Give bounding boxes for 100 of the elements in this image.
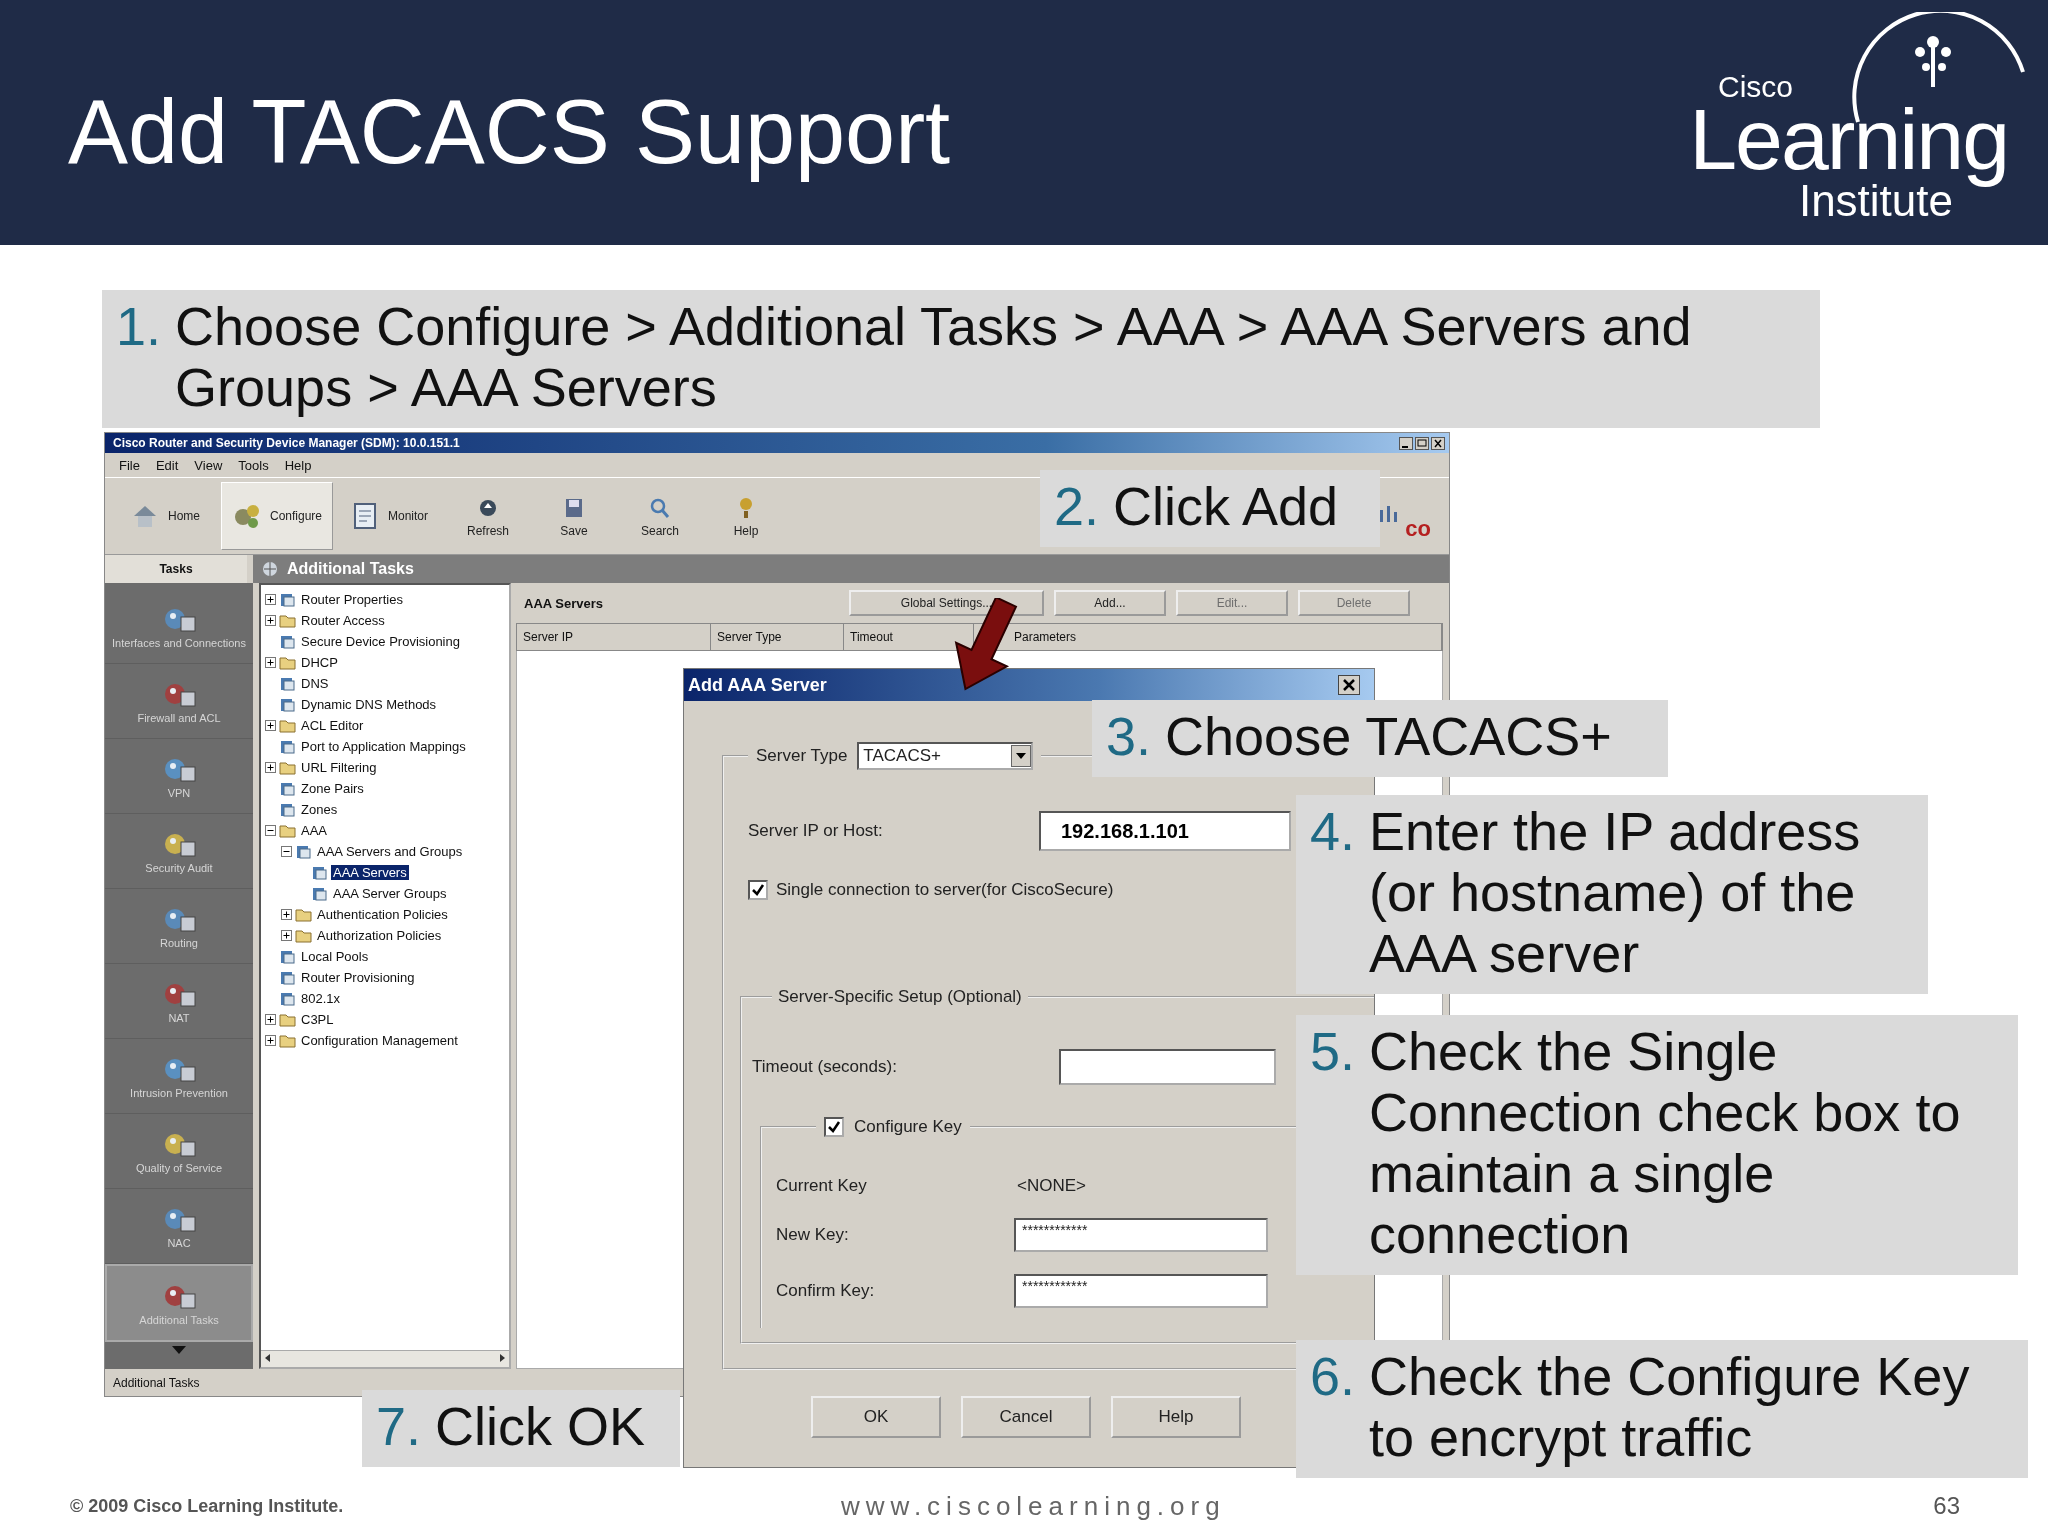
tree-item[interactable]: Dynamic DNS Methods [299, 697, 439, 712]
tree-item[interactable]: Authentication Policies [315, 907, 450, 922]
action-button[interactable]: Add... [1054, 590, 1166, 616]
menu-item[interactable]: Help [276, 457, 320, 473]
tree-item[interactable]: DNS [299, 676, 331, 691]
column-header[interactable]: Server IP [517, 624, 711, 650]
tree-item[interactable]: Configuration Management [299, 1033, 460, 1048]
document-icon [295, 844, 312, 859]
toolbar-button[interactable]: Home [109, 482, 221, 550]
key-value: <NONE> [1017, 1176, 1086, 1196]
server-type-select[interactable]: TACACS+ [857, 742, 1034, 770]
toolbar-button[interactable]: Configure [221, 482, 333, 550]
tree-item[interactable]: AAA Servers [331, 865, 409, 880]
document-icon [279, 634, 296, 649]
expand-icon[interactable] [265, 720, 276, 731]
tree-item[interactable]: Zone Pairs [299, 781, 366, 796]
collapse-icon[interactable] [281, 846, 292, 857]
task-item[interactable]: Intrusion Prevention [105, 1039, 253, 1114]
expand-icon[interactable] [265, 1035, 276, 1046]
task-item[interactable]: VPN [105, 739, 253, 814]
step-text: Check the Configure Key to encrypt traffic [1369, 1346, 1971, 1469]
tree-item[interactable]: DHCP [299, 655, 340, 670]
expand-icon[interactable] [281, 909, 292, 920]
document-icon [279, 592, 296, 607]
folder-icon [295, 907, 312, 922]
task-item[interactable]: Quality of Service [105, 1114, 253, 1189]
window-title: Cisco Router and Security Device Manager (SDM): 10.0.151.1 [113, 436, 461, 450]
menu-item[interactable]: View [186, 457, 231, 473]
website-url: www.ciscolearning.org [841, 1490, 1226, 1522]
task-item[interactable]: Interfaces and Connections [105, 589, 253, 664]
folder-icon [279, 1033, 296, 1048]
expand-icon[interactable] [265, 615, 276, 626]
task-item[interactable]: Firewall and ACL [105, 664, 253, 739]
scroll-down-icon[interactable] [172, 1346, 186, 1354]
checkbox[interactable] [748, 880, 768, 900]
folder-icon [295, 928, 312, 943]
expand-icon[interactable] [265, 594, 276, 605]
tree-item[interactable]: C3PL [299, 1012, 336, 1027]
expand-icon[interactable] [281, 930, 292, 941]
collapse-icon[interactable] [265, 825, 276, 836]
expand-icon[interactable] [265, 762, 276, 773]
toolbar-button[interactable]: Save [531, 482, 617, 550]
step-text: Choose TACACS+ [1165, 706, 1613, 767]
document-icon [279, 949, 296, 964]
dialog-button[interactable]: Help [1111, 1396, 1241, 1438]
field-label: Timeout (seconds): [752, 1057, 898, 1077]
dialog-button[interactable]: OK [811, 1396, 941, 1438]
toolbar-button[interactable]: Search [617, 482, 703, 550]
tree-item[interactable]: Port to Application Mappings [299, 739, 468, 754]
task-item[interactable]: NAT [105, 964, 253, 1039]
tree-item[interactable]: AAA Servers and Groups [315, 844, 465, 859]
task-item[interactable]: Security Audit [105, 814, 253, 889]
toolbar-button[interactable]: Monitor [333, 482, 445, 550]
checkbox-label: Single connection to server(for CiscoSecure) [776, 880, 1114, 900]
group-label: Server-Specific Setup (Optional) [778, 987, 1022, 1006]
tree-item[interactable]: AAA [299, 823, 329, 838]
dialog-button[interactable]: Cancel [961, 1396, 1091, 1438]
server-ip-field[interactable]: 192.168.1.101 [1039, 811, 1291, 851]
scrollbar[interactable] [261, 1350, 509, 1367]
menu-item[interactable]: Tools [230, 457, 277, 473]
folder-icon [279, 613, 296, 628]
password-field[interactable]: ************ [1014, 1218, 1268, 1252]
step-text: Choose Configure > Additional Tasks > AAA > AAA Servers and Groups > AAA Servers [175, 296, 1693, 419]
document-icon [311, 886, 328, 901]
timeout-field[interactable] [1059, 1049, 1276, 1085]
tree-item[interactable]: Router Properties [299, 592, 405, 607]
tree-item[interactable]: URL Filtering [299, 760, 379, 775]
tree-item[interactable]: Zones [299, 802, 340, 817]
close-icon[interactable] [1431, 436, 1445, 450]
tree-item[interactable]: 802.1x [299, 991, 343, 1006]
toolbar-button[interactable]: Help [703, 482, 789, 550]
tree-item[interactable]: AAA Server Groups [331, 886, 449, 901]
password-field[interactable]: ************ [1014, 1274, 1268, 1308]
tree-item[interactable]: Authorization Policies [315, 928, 444, 943]
close-icon[interactable] [1338, 675, 1360, 695]
minimize-icon[interactable] [1399, 436, 1413, 450]
tree-item[interactable]: Secure Device Provisioning [299, 634, 462, 649]
toolbar-button[interactable]: Refresh [445, 482, 531, 550]
menu-item[interactable]: File [111, 457, 148, 473]
menu-item[interactable]: Edit [147, 457, 187, 473]
expand-icon[interactable] [265, 657, 276, 668]
action-button[interactable]: Global Settings... [849, 590, 1044, 616]
document-icon [279, 739, 296, 754]
tree-item[interactable]: Local Pools [299, 949, 371, 964]
tree-item[interactable]: ACL Editor [299, 718, 366, 733]
field-label: Confirm Key: [776, 1281, 876, 1301]
tree-item[interactable]: Router Provisioning [299, 970, 417, 985]
dropdown-icon[interactable] [1011, 745, 1032, 767]
document-icon [279, 781, 296, 796]
checkbox[interactable] [824, 1117, 844, 1137]
step-number: 1. [116, 296, 162, 358]
copyright: © 2009 Cisco Learning Institute. [70, 1495, 344, 1517]
tree-item[interactable]: Router Access [299, 613, 387, 628]
expand-icon[interactable] [265, 1014, 276, 1025]
step-text: Click OK [435, 1396, 647, 1457]
folder-icon [279, 823, 296, 838]
column-header[interactable]: Server Type [711, 624, 844, 650]
maximize-icon[interactable] [1415, 436, 1429, 450]
step-text: Click Add [1113, 476, 1340, 537]
task-item[interactable]: Routing [105, 889, 253, 964]
